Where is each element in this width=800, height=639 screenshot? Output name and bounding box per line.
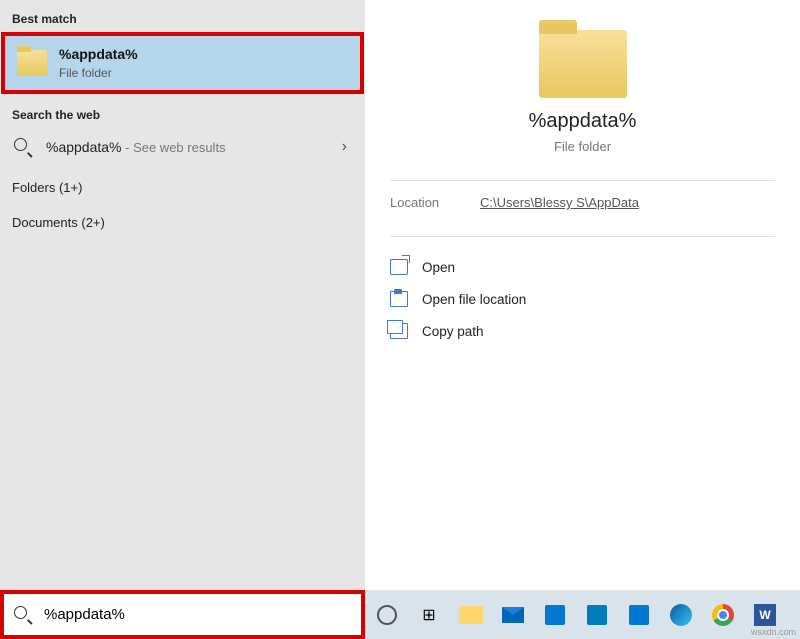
folders-group[interactable]: Folders (1+): [0, 174, 365, 201]
documents-group[interactable]: Documents (2+): [0, 209, 365, 236]
search-icon: [14, 138, 32, 156]
divider: [390, 236, 775, 237]
chevron-right-icon[interactable]: ›: [342, 138, 347, 156]
location-row: Location C:\Users\Blessy S\AppData: [390, 195, 775, 210]
action-copy-path[interactable]: Copy path: [390, 315, 775, 347]
preview-header: %appdata% File folder: [390, 30, 775, 154]
folder-icon-large: [539, 30, 627, 98]
action-copy-path-label: Copy path: [422, 324, 484, 339]
dell-icon[interactable]: [583, 601, 611, 629]
preview-subtitle: File folder: [390, 139, 775, 154]
cortana-icon[interactable]: [373, 601, 401, 629]
web-result-query: %appdata%: [46, 139, 122, 155]
location-label: Location: [390, 195, 480, 210]
edge-icon[interactable]: [667, 601, 695, 629]
best-match-header: Best match: [0, 8, 365, 32]
web-result-item[interactable]: %appdata% - See web results ›: [0, 128, 365, 166]
search-input[interactable]: [44, 606, 351, 623]
app-icon[interactable]: [625, 601, 653, 629]
results-list-panel: Best match %appdata% File folder Search …: [0, 0, 365, 590]
file-explorer-icon[interactable]: [457, 601, 485, 629]
search-box[interactable]: [0, 590, 365, 639]
action-open-label: Open: [422, 260, 455, 275]
location-path[interactable]: C:\Users\Blessy S\AppData: [480, 195, 639, 210]
open-icon: [390, 259, 408, 275]
action-open[interactable]: Open: [390, 251, 775, 283]
web-result-text: %appdata% - See web results: [46, 139, 226, 155]
web-result-suffix: - See web results: [122, 140, 226, 155]
search-results-window: Best match %appdata% File folder Search …: [0, 0, 800, 590]
best-match-title: %appdata%: [59, 46, 138, 62]
chrome-icon[interactable]: [709, 601, 737, 629]
action-open-location[interactable]: Open file location: [390, 283, 775, 315]
open-location-icon: [390, 291, 408, 307]
mail-icon[interactable]: [499, 601, 527, 629]
preview-title: %appdata%: [390, 110, 775, 133]
search-web-header: Search the web: [0, 104, 365, 128]
copy-path-icon: [390, 323, 408, 339]
preview-panel: %appdata% File folder Location C:\Users\…: [365, 0, 800, 590]
word-icon[interactable]: W: [751, 601, 779, 629]
best-match-subtitle: File folder: [59, 66, 138, 80]
divider: [390, 180, 775, 181]
watermark: wsxdn.com: [751, 627, 796, 637]
search-icon: [14, 606, 32, 624]
taskbar: ⊞ W: [365, 590, 800, 639]
best-match-text: %appdata% File folder: [59, 46, 138, 80]
best-match-item[interactable]: %appdata% File folder: [1, 32, 364, 94]
task-view-icon[interactable]: ⊞: [415, 601, 443, 629]
bottom-bar: ⊞ W: [0, 590, 800, 639]
action-open-location-label: Open file location: [422, 292, 526, 307]
folder-icon: [17, 50, 47, 76]
store-icon[interactable]: [541, 601, 569, 629]
